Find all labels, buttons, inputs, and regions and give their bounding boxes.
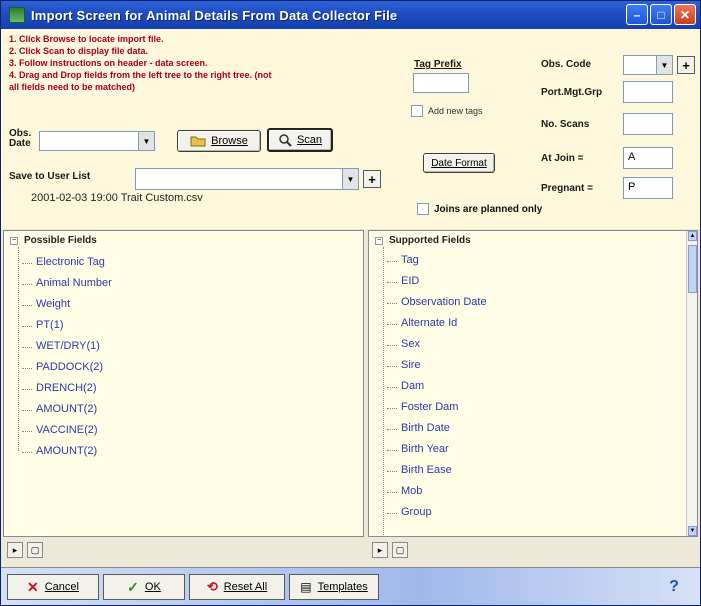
tree-item[interactable]: Dam	[386, 380, 424, 392]
joins-planned-checkbox[interactable]: Joins are planned only	[417, 203, 542, 215]
tree-item[interactable]: Mob	[386, 485, 422, 497]
cancel-icon: ✕	[27, 578, 39, 595]
supported-fields-tree[interactable]: − Supported Fields Tag EID Observation D…	[368, 230, 698, 537]
collapse-icon[interactable]: −	[375, 236, 383, 245]
obs-code-select[interactable]: ▼	[623, 55, 673, 75]
reset-all-button[interactable]: ⟲ Reset All	[189, 574, 285, 600]
title-bar: Import Screen for Animal Details From Da…	[1, 1, 700, 29]
collapse-all-icon[interactable]: ▢	[392, 542, 408, 558]
tree-item[interactable]: Observation Date	[387, 296, 487, 308]
instruction-line: 2. Click Scan to display file data.	[9, 46, 149, 56]
supported-fields-toolbar: ▸ ▢	[368, 539, 698, 561]
scan-button[interactable]: Scan	[267, 128, 333, 152]
tree-item[interactable]: PT(1)	[22, 319, 64, 331]
checkmark-icon: ✓	[127, 578, 139, 595]
scroll-down-icon[interactable]: ▼	[688, 526, 697, 536]
tree-item[interactable]: Tag	[387, 254, 419, 266]
tree-item[interactable]: Birth Date	[387, 422, 450, 434]
cancel-button[interactable]: ✕ Cancel	[7, 574, 99, 600]
instruction-line: all fields need to be matched)	[9, 82, 136, 92]
folder-icon	[190, 136, 206, 147]
supported-fields-root[interactable]: − Supported Fields	[375, 235, 471, 246]
at-join-input[interactable]: A	[623, 147, 673, 169]
port-mgt-grp-label: Port.Mgt.Grp	[541, 87, 603, 98]
at-join-label: At Join =	[541, 153, 584, 164]
checkbox-box[interactable]	[411, 105, 423, 117]
expand-all-icon[interactable]: ▸	[372, 542, 388, 558]
save-user-list-label: Save to User List	[9, 171, 91, 182]
import-file-name: 2001-02-03 19:00 Trait Custom.csv	[31, 192, 203, 204]
add-obs-code-button[interactable]: +	[677, 56, 695, 74]
minimize-button[interactable]: –	[626, 4, 648, 25]
possible-fields-tree[interactable]: − Possible Fields Electronic Tag Animal …	[3, 230, 364, 537]
tree-item[interactable]: Alternate Id	[386, 317, 457, 329]
tree-item[interactable]: WET/DRY(1)	[22, 340, 100, 352]
browse-button[interactable]: Browse	[177, 130, 261, 152]
chevron-down-icon[interactable]: ▼	[656, 56, 672, 74]
date-format-button[interactable]: Date Format	[423, 153, 495, 173]
add-user-list-button[interactable]: +	[363, 170, 381, 188]
import-window: Import Screen for Animal Details From Da…	[0, 0, 701, 606]
add-new-tags-checkbox[interactable]: Add new tags	[411, 105, 483, 117]
tree-connector	[383, 247, 384, 537]
tree-item[interactable]: Birth Year	[387, 443, 449, 455]
chevron-down-icon[interactable]: ▼	[342, 169, 358, 189]
tree-item[interactable]: Weight	[21, 298, 70, 310]
obs-date-select[interactable]: ▼	[39, 131, 155, 151]
vertical-scrollbar[interactable]: ▲ ▼	[686, 231, 697, 536]
ok-button[interactable]: ✓ OK	[103, 574, 185, 600]
tree-item[interactable]: Sire	[387, 359, 421, 371]
tree-item[interactable]: PADDOCK(2)	[21, 361, 103, 373]
port-mgt-grp-input[interactable]	[623, 81, 673, 103]
templates-icon: ▤	[300, 580, 312, 594]
possible-fields-toolbar: ▸ ▢	[3, 539, 364, 561]
close-button[interactable]: ✕	[674, 4, 696, 25]
no-scans-input[interactable]	[623, 113, 673, 135]
tree-item[interactable]: Sex	[387, 338, 420, 350]
tree-item[interactable]: Foster Dam	[386, 401, 458, 413]
tree-item[interactable]: VACCINE(2)	[22, 424, 98, 436]
instruction-line: 4. Drag and Drop fields from the left tr…	[9, 70, 272, 80]
app-icon	[9, 7, 25, 23]
tag-prefix-input[interactable]	[413, 73, 469, 93]
tree-item[interactable]: DRENCH(2)	[22, 382, 97, 394]
pregnant-input[interactable]: P	[623, 177, 673, 199]
tree-item[interactable]: AMOUNT(2)	[21, 445, 97, 457]
tree-item[interactable]: Birth Ease	[387, 464, 452, 476]
help-icon[interactable]: ?	[664, 577, 684, 597]
no-scans-label: No. Scans	[541, 119, 590, 130]
instruction-line: 1. Click Browse to locate import file.	[9, 34, 164, 44]
checkbox-box[interactable]	[417, 203, 429, 215]
chevron-down-icon[interactable]: ▼	[138, 132, 154, 150]
scroll-up-icon[interactable]: ▲	[688, 231, 697, 241]
save-user-list-select[interactable]: ▼	[135, 168, 359, 190]
pregnant-label: Pregnant =	[541, 183, 593, 194]
tag-prefix-label: Tag Prefix	[414, 59, 462, 70]
bottom-toolbar: ✕ Cancel ✓ OK ⟲ Reset All ▤ Templates ?	[1, 567, 700, 605]
obs-date-label: Obs. Date	[9, 128, 32, 149]
tree-item[interactable]: AMOUNT(2)	[21, 403, 97, 415]
window-title: Import Screen for Animal Details From Da…	[31, 7, 398, 23]
scroll-thumb[interactable]	[688, 245, 697, 293]
tree-item[interactable]: Electronic Tag	[22, 256, 105, 268]
tree-connector	[18, 247, 19, 451]
reset-icon: ⟲	[206, 579, 218, 594]
instruction-line: 3. Follow instructions on header - data …	[9, 58, 208, 68]
obs-code-label: Obs. Code	[541, 59, 592, 70]
tree-item[interactable]: Group	[387, 506, 432, 518]
possible-fields-root[interactable]: − Possible Fields	[10, 235, 97, 246]
templates-button[interactable]: ▤ Templates	[289, 574, 379, 600]
tree-item[interactable]: Animal Number	[22, 277, 112, 289]
tree-item[interactable]: EID	[386, 275, 419, 287]
expand-all-icon[interactable]: ▸	[7, 542, 23, 558]
collapse-icon[interactable]: −	[10, 236, 18, 245]
instructions: 1. Click Browse to locate import file. 2…	[9, 33, 409, 93]
collapse-all-icon[interactable]: ▢	[27, 542, 43, 558]
maximize-button[interactable]: □	[650, 4, 672, 25]
magnifier-icon	[279, 134, 292, 147]
